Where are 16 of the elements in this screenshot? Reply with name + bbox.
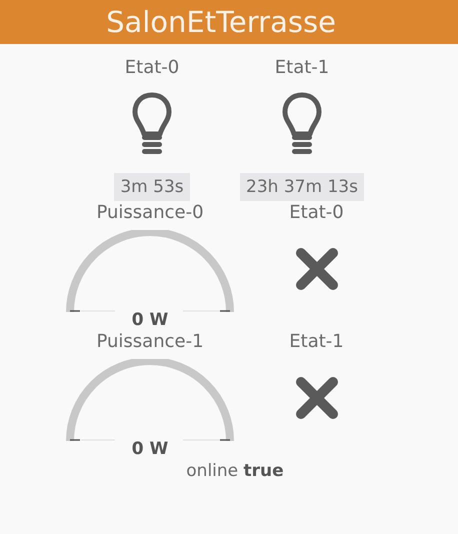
duration-badge: 23h 37m 13s [240, 173, 364, 201]
power-label: Puissance-0 [96, 201, 204, 225]
lightbulb-icon[interactable] [282, 92, 322, 154]
light-label: Etat-0 [124, 56, 180, 80]
online-status: online true [185, 461, 285, 481]
power-reading: 0 W [132, 439, 168, 459]
cross-icon[interactable] [294, 247, 338, 291]
state-label: Etat-1 [289, 330, 344, 354]
state-label: Etat-0 [289, 201, 344, 225]
power-reading: 0 W [132, 310, 168, 330]
duration-badge: 3m 53s [114, 173, 190, 201]
power-label: Puissance-1 [96, 330, 204, 354]
lightbulb-icon[interactable] [132, 92, 172, 154]
device-title: SalonEtTerrasse [106, 5, 336, 39]
light-label: Etat-1 [274, 56, 330, 80]
cross-icon[interactable] [294, 376, 338, 420]
